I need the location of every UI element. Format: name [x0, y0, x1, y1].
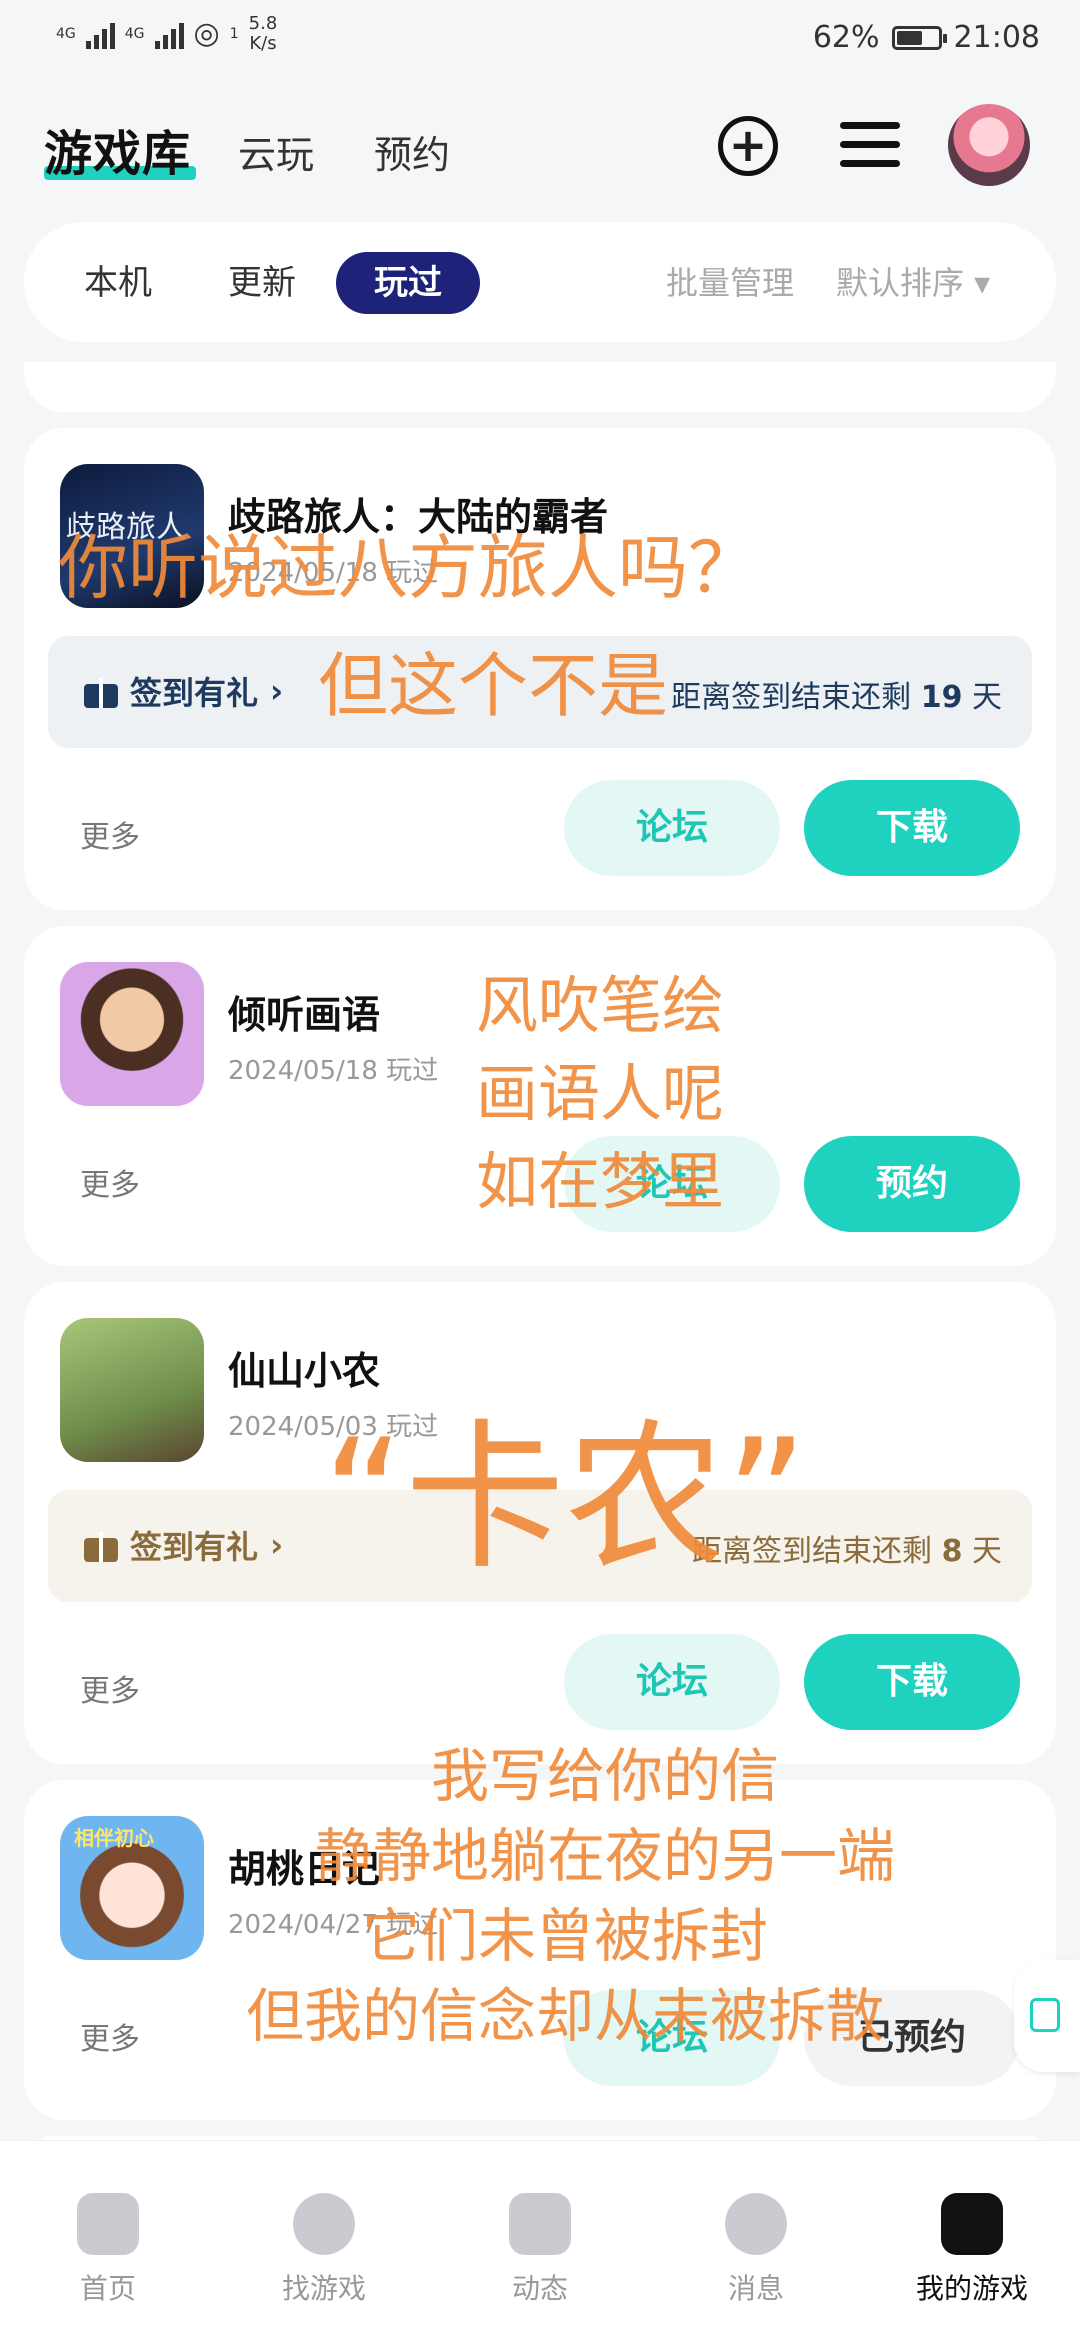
nav-label: 首页 [79, 2272, 136, 2305]
overlay-kanong: “卡农” [322, 1404, 808, 1591]
gift-countdown: 距离签到结束还剩 19 天 [671, 672, 1002, 716]
play-date: 2024/05/18 玩过 [228, 1056, 439, 1086]
batch-manage-button[interactable]: 批量管理 [666, 252, 794, 314]
network-type-2: 4G [124, 26, 145, 42]
gamepad-icon [941, 2193, 1003, 2255]
overlay-line-2: 但这个不是 [318, 645, 668, 727]
net-speed-value: 5.8 [248, 13, 278, 34]
gift-label: 签到有礼 [130, 674, 259, 712]
game-name: 仙山小农 [228, 1349, 381, 1393]
clock: 21:08 [953, 20, 1040, 55]
nav-feed[interactable]: 动态 [432, 2141, 648, 2341]
filter-played[interactable]: 玩过 [336, 252, 480, 314]
gift-days: 8 [941, 1534, 963, 1569]
battery-icon [891, 25, 947, 50]
nav-messages[interactable]: 消息 [648, 2141, 864, 2341]
gift-countdown-text: 距离签到结束还剩 [671, 680, 912, 715]
nav-home[interactable]: 首页 [0, 2141, 216, 2341]
gift-unit: 天 [972, 1534, 1002, 1569]
game-name: 倾听画语 [228, 993, 381, 1037]
gift-unit: 天 [972, 680, 1002, 715]
planet-icon [293, 2193, 355, 2255]
more-button[interactable]: 更多 [80, 1160, 140, 1204]
wifi-icon: ◎ [193, 16, 220, 51]
reserve-button[interactable]: 预约 [804, 1136, 1020, 1232]
filter-local[interactable]: 本机 [84, 252, 152, 314]
net-speed: 5.8 K/s [249, 14, 278, 54]
nav-find-games[interactable]: 找游戏 [216, 2141, 432, 2341]
net-speed-unit: K/s [249, 33, 277, 54]
sort-dropdown[interactable]: 默认排序 ▾ [836, 252, 990, 314]
app-header: 游戏库 云玩 预约 + [0, 96, 1080, 206]
nav-label: 我的游戏 [915, 2272, 1028, 2305]
battery-percent: 62% [812, 20, 880, 55]
add-icon[interactable]: + [718, 116, 778, 176]
gift-label: 签到有礼 [130, 1528, 259, 1566]
overlay-letter-line: 我写给你的信 [430, 1742, 779, 1810]
download-manager-tab[interactable] [1014, 1960, 1080, 2072]
card-partial [24, 362, 1056, 412]
chevron-right-icon: › [270, 672, 284, 710]
signal-icon [154, 19, 184, 49]
gift-icon [84, 1528, 118, 1562]
nav-label: 消息 [727, 2272, 784, 2305]
nav-label: 找游戏 [281, 2272, 366, 2305]
signal-icon [85, 19, 115, 49]
page-title[interactable]: 游戏库 [44, 114, 191, 184]
more-button[interactable]: 更多 [80, 812, 140, 856]
download-button[interactable]: 下载 [804, 780, 1020, 876]
more-button[interactable]: 更多 [80, 1666, 140, 1710]
nav-label: 动态 [511, 2272, 568, 2305]
overlay-poem-line: 如在梦里 [476, 1145, 725, 1218]
avatar[interactable] [948, 104, 1030, 186]
forum-button[interactable]: 论坛 [564, 780, 780, 876]
home-icon [77, 2193, 139, 2255]
wifi-badge: 1 [229, 26, 239, 42]
nav-my-games[interactable]: 我的游戏 [864, 2141, 1080, 2341]
filter-updates[interactable]: 更新 [228, 252, 296, 314]
game-icon [60, 962, 204, 1106]
gift-days: 19 [920, 680, 963, 715]
overlay-poem-line: 风吹笔绘 [476, 969, 725, 1042]
network-type-1: 4G [56, 26, 76, 42]
status-bar: 4G 4G ◎ 1 5.8 K/s 62% 21:08 [0, 0, 1080, 80]
overlay-poem: 风吹笔绘 画语人呢 如在梦里 [476, 962, 724, 1226]
chevron-right-icon: › [270, 1526, 284, 1564]
message-icon [725, 2193, 787, 2255]
overlay-letter-line: 但我的信念却从未被拆散 [245, 1982, 884, 2050]
tab-reservation[interactable]: 预约 [374, 124, 450, 179]
forum-button[interactable]: 论坛 [564, 1634, 780, 1730]
overlay-letter-line: 它们未曾被拆封 [361, 1902, 768, 1970]
tab-cloud-play[interactable]: 云玩 [238, 124, 314, 179]
gift-icon [84, 674, 118, 708]
overlay-letter: 我写给你的信 静静地躺在夜的另一端 它们未曾被拆封 但我的信念却从未被拆散 [0, 1736, 1080, 2056]
game-icon [60, 1318, 204, 1462]
download-icon [1030, 1998, 1060, 2032]
filter-bar: 本机 更新 玩过 批量管理 默认排序 ▾ [24, 222, 1056, 342]
bottom-nav: 首页 找游戏 动态 消息 我的游戏 [0, 2140, 1080, 2341]
download-button[interactable]: 下载 [804, 1634, 1020, 1730]
feed-icon [509, 2193, 571, 2255]
menu-icon[interactable] [840, 122, 900, 170]
overlay-poem-line: 画语人呢 [476, 1057, 725, 1130]
overlay-letter-line: 静静地躺在夜的另一端 [314, 1822, 895, 1890]
overlay-line-1: 你听说过八方旅人吗？ [58, 527, 758, 609]
